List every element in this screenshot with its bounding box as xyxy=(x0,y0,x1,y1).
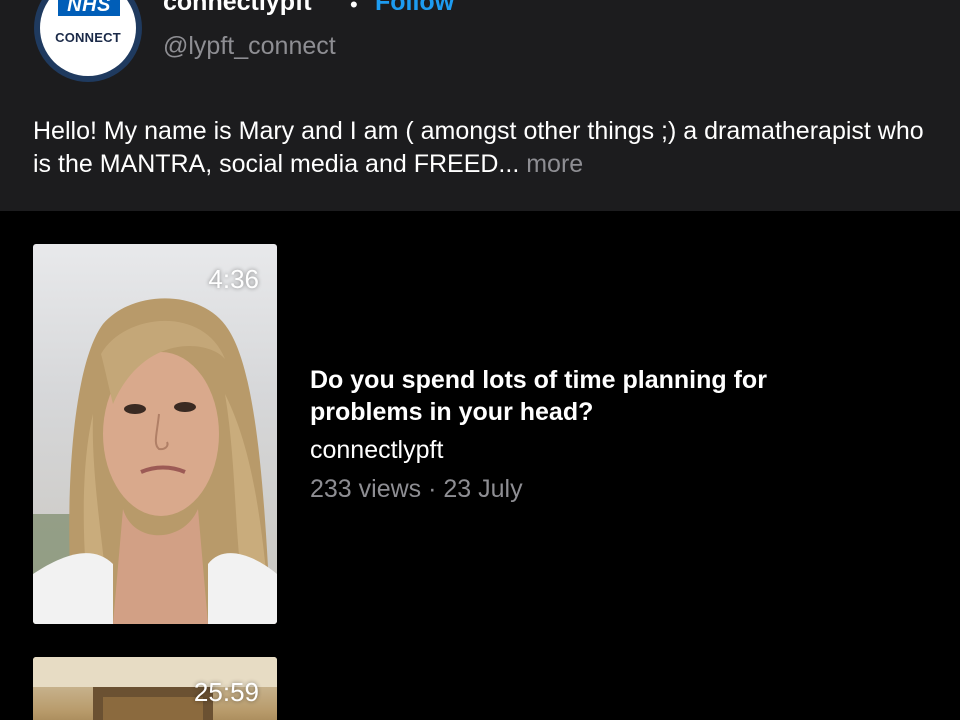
profile-handle: @lypft_connect xyxy=(163,32,336,60)
video-author[interactable]: connectlypft xyxy=(310,436,443,465)
nhs-connect-logo: NHS CONNECT xyxy=(40,0,136,76)
follow-button[interactable]: Follow xyxy=(375,0,454,17)
avatar[interactable]: NHS CONNECT xyxy=(34,0,142,82)
bio-text: Hello! My name is Mary and I am ( amongs… xyxy=(33,117,924,178)
video-meta: 233 views · 23 July xyxy=(310,475,523,503)
video-duration: 25:59 xyxy=(193,677,259,707)
video-title[interactable]: Do you spend lots of time planning for p… xyxy=(310,364,870,428)
separator-dot: • xyxy=(350,0,358,17)
profile-username[interactable]: connectlypft xyxy=(163,0,312,17)
video-duration: 4:36 xyxy=(208,264,259,294)
connect-logo-text: CONNECT xyxy=(55,30,121,45)
bio-more-link[interactable]: more xyxy=(526,150,583,178)
nhs-logo-text: NHS xyxy=(58,0,120,16)
profile-header: NHS CONNECT connectlypft • Follow @lypft… xyxy=(0,0,960,211)
portrait-image xyxy=(33,298,277,624)
profile-bio: Hello! My name is Mary and I am ( amongs… xyxy=(33,115,933,181)
video-thumbnail[interactable]: 4:36 xyxy=(33,244,277,624)
video-thumbnail[interactable]: 25:59 xyxy=(33,657,277,720)
page: NHS CONNECT connectlypft • Follow @lypft… xyxy=(0,0,960,720)
